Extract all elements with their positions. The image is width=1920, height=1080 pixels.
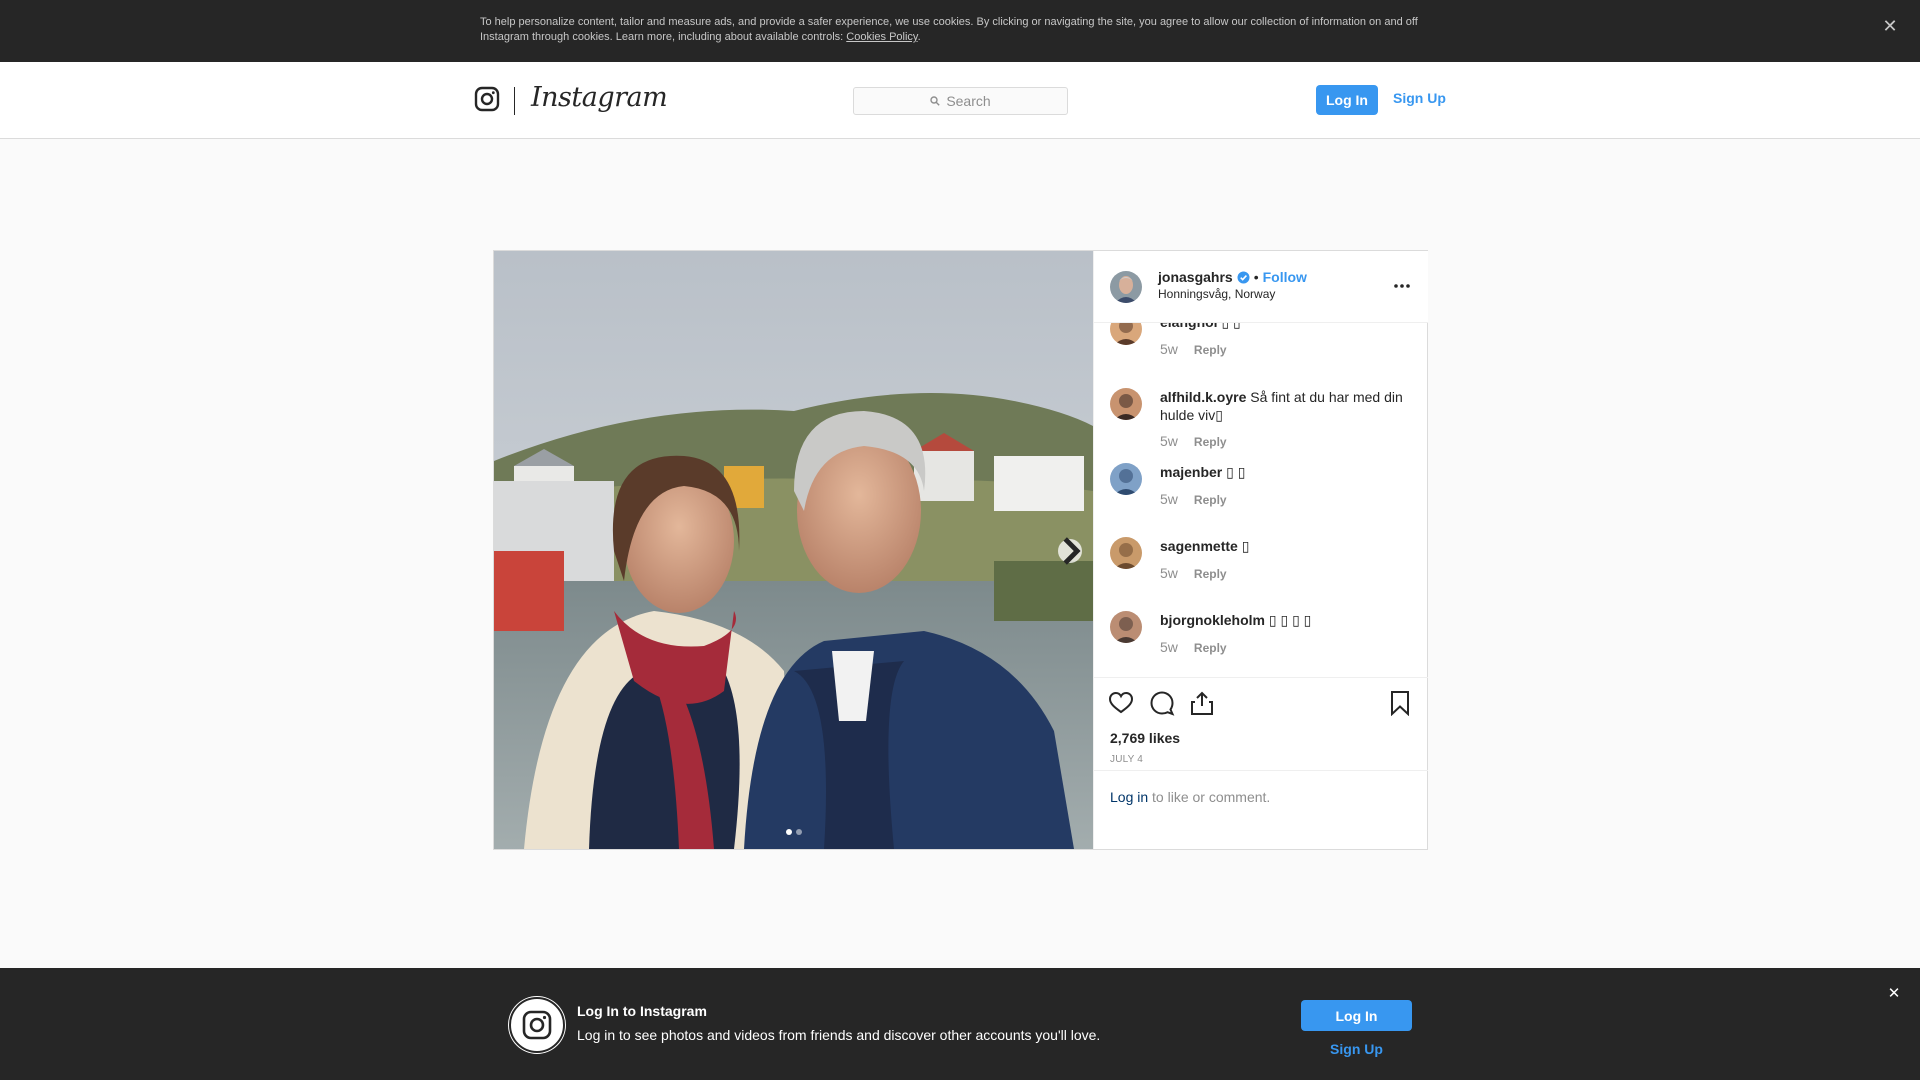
carousel-next-button[interactable] bbox=[1058, 537, 1082, 565]
comment-meta: 5w Reply bbox=[1160, 491, 1227, 507]
comment-icon[interactable] bbox=[1149, 690, 1175, 716]
post-location[interactable]: Honningsvåg, Norway bbox=[1158, 287, 1275, 301]
login-link[interactable]: Log in bbox=[1110, 789, 1148, 805]
commenter-avatar[interactable] bbox=[1110, 611, 1142, 643]
search-icon bbox=[930, 96, 941, 106]
post-photo[interactable] bbox=[494, 251, 1093, 849]
post-card: jonasgahrs • Follow Honningsvåg, Norway … bbox=[493, 250, 1428, 850]
commenter-avatar[interactable] bbox=[1110, 388, 1142, 420]
login-to-comment-text: to like or comment. bbox=[1148, 789, 1271, 805]
cookie-suffix: . bbox=[917, 31, 921, 43]
close-icon[interactable]: ✕ bbox=[1878, 14, 1902, 38]
comment-body: alfhild.k.oyre Så fint at du har med din… bbox=[1160, 388, 1414, 424]
author-username[interactable]: jonasgahrs bbox=[1158, 269, 1233, 285]
more-options-icon[interactable] bbox=[1392, 279, 1412, 293]
commenter-avatar[interactable] bbox=[1110, 537, 1142, 569]
comment-text: ▯ ▯ bbox=[1226, 464, 1246, 480]
author-avatar[interactable] bbox=[1110, 271, 1142, 303]
cookies-policy-link[interactable]: Cookies Policy bbox=[846, 31, 917, 43]
comment-body: majenber ▯ ▯ bbox=[1160, 463, 1414, 481]
comment-text: ▯ ▯ bbox=[1221, 323, 1240, 330]
commenter-avatar[interactable] bbox=[1110, 323, 1142, 345]
cookie-text: To help personalize content, tailor and … bbox=[480, 15, 1440, 45]
logo-divider bbox=[514, 87, 515, 115]
carousel-dot bbox=[796, 829, 802, 835]
instagram-glyph-icon bbox=[508, 996, 566, 1054]
reply-button[interactable]: Reply bbox=[1194, 435, 1227, 449]
comment-meta: 5w Reply bbox=[1160, 639, 1227, 655]
carousel-indicator bbox=[786, 829, 802, 835]
instagram-camera-icon[interactable] bbox=[474, 86, 500, 112]
heart-icon[interactable] bbox=[1108, 690, 1134, 716]
login-prompt-signup-link[interactable]: Sign Up bbox=[1301, 1041, 1412, 1057]
search-placeholder: Search bbox=[946, 93, 991, 109]
commenter-username[interactable]: bjorgnokleholm bbox=[1160, 612, 1265, 628]
login-prompt-login-button[interactable]: Log In bbox=[1301, 1000, 1412, 1031]
instagram-wordmark[interactable]: Instagram bbox=[531, 82, 668, 113]
reply-button[interactable]: Reply bbox=[1194, 567, 1227, 581]
comment-age: 5w bbox=[1160, 433, 1178, 449]
commenter-username[interactable]: majenber bbox=[1160, 464, 1222, 480]
cookie-message: To help personalize content, tailor and … bbox=[480, 16, 1418, 43]
cookie-banner: To help personalize content, tailor and … bbox=[0, 0, 1920, 62]
login-prompt-bar: Log In to Instagram Log in to see photos… bbox=[0, 968, 1920, 1080]
post-actions: 2,769 likes JULY 4 Log in to like or com… bbox=[1094, 677, 1428, 849]
comment-meta: 5w Reply bbox=[1160, 565, 1227, 581]
comment-body: sagenmette ▯ bbox=[1160, 537, 1414, 555]
comment-text: ▯ bbox=[1241, 538, 1250, 554]
chevron-right-icon bbox=[1063, 537, 1081, 565]
reply-button[interactable]: Reply bbox=[1194, 343, 1227, 357]
photo-illustration bbox=[494, 251, 1093, 849]
login-button[interactable]: Log In bbox=[1316, 85, 1378, 115]
commenter-username[interactable]: alfhild.k.oyre bbox=[1160, 389, 1246, 405]
likes-count[interactable]: 2,769 likes bbox=[1110, 730, 1180, 746]
reply-button[interactable]: Reply bbox=[1194, 493, 1227, 507]
comment-body: elanghol ▯ ▯ bbox=[1160, 323, 1414, 331]
comment-age: 5w bbox=[1160, 491, 1178, 507]
reply-button[interactable]: Reply bbox=[1194, 641, 1227, 655]
commenter-username[interactable]: sagenmette bbox=[1160, 538, 1238, 554]
login-to-comment: Log in to like or comment. bbox=[1094, 770, 1428, 825]
carousel-dot bbox=[786, 829, 792, 835]
comment-body: bjorgnokleholm ▯ ▯ ▯ ▯ bbox=[1160, 611, 1414, 629]
comment-text: ▯ ▯ ▯ ▯ bbox=[1268, 612, 1312, 628]
top-nav: Instagram Search Log In Sign Up bbox=[0, 62, 1920, 139]
commenter-username[interactable]: elanghol bbox=[1160, 323, 1218, 330]
signup-link[interactable]: Sign Up bbox=[1393, 90, 1446, 106]
login-prompt-description: Log in to see photos and videos from fri… bbox=[577, 1027, 1101, 1043]
comment-meta: 5w Reply bbox=[1160, 341, 1227, 357]
comments-list[interactable]: elanghol ▯ ▯ 5w Reply alfhild.k.oyre Så fin… bbox=[1094, 323, 1428, 677]
post-date: JULY 4 bbox=[1110, 754, 1144, 765]
commenter-avatar[interactable] bbox=[1110, 463, 1142, 495]
bookmark-icon[interactable] bbox=[1387, 690, 1413, 716]
verified-badge-icon bbox=[1237, 271, 1250, 283]
separator-dot: • bbox=[1253, 269, 1259, 285]
login-prompt-title: Log In to Instagram bbox=[577, 1003, 707, 1019]
post-header: jonasgahrs • Follow Honningsvåg, Norway bbox=[1094, 251, 1428, 323]
comment-age: 5w bbox=[1160, 639, 1178, 655]
share-icon[interactable] bbox=[1189, 690, 1215, 716]
follow-button[interactable]: Follow bbox=[1263, 269, 1307, 285]
comment-age: 5w bbox=[1160, 565, 1178, 581]
comment-age: 5w bbox=[1160, 341, 1178, 357]
post-sidebar: jonasgahrs • Follow Honningsvåg, Norway … bbox=[1093, 251, 1428, 849]
close-icon[interactable]: ✕ bbox=[1884, 984, 1904, 1004]
author-line: jonasgahrs • Follow bbox=[1158, 269, 1307, 285]
search-input[interactable]: Search bbox=[853, 87, 1068, 115]
comment-meta: 5w Reply bbox=[1160, 433, 1227, 449]
